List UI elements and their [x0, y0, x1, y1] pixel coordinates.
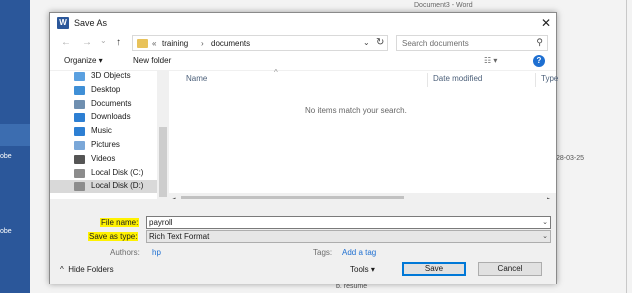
nav-scrollbar[interactable]: [157, 71, 169, 207]
nav-item-label: 3D Objects: [91, 71, 131, 80]
nav-item-label: Local Disk (D:): [91, 181, 144, 190]
breadcrumb-documents[interactable]: documents: [211, 39, 250, 48]
drive-icon: [74, 182, 85, 191]
column-divider[interactable]: [427, 73, 428, 87]
authors-value[interactable]: hp: [152, 248, 161, 257]
search-input[interactable]: Search documents ⚲: [396, 35, 548, 51]
new-folder-button[interactable]: New folder: [133, 56, 171, 65]
save-button[interactable]: Save: [402, 262, 466, 276]
backstage-text: obe: [0, 228, 12, 235]
search-icon[interactable]: ⚲: [536, 37, 543, 48]
chevron-up-icon: ^: [60, 265, 64, 274]
authors-label: Authors:: [110, 248, 140, 257]
nav-item-desktop[interactable]: Desktop: [74, 84, 169, 97]
nav-item-videos[interactable]: Videos: [74, 153, 169, 166]
backstage-text: obe: [0, 153, 12, 160]
empty-message: No items match your search.: [305, 106, 407, 115]
column-divider[interactable]: [535, 73, 536, 87]
scrollbar-thumb[interactable]: [159, 127, 167, 197]
word-window-title: Document3 - Word: [414, 2, 473, 9]
cube-icon: [74, 72, 85, 81]
search-placeholder: Search documents: [402, 39, 469, 48]
command-toolbar: Organize ▾ New folder ☷ ▾ ?: [50, 53, 556, 71]
forward-icon[interactable]: →: [82, 37, 92, 48]
tags-label: Tags:: [313, 248, 333, 257]
close-icon[interactable]: ✕: [538, 15, 554, 31]
backstage-file-entry[interactable]: b. resume: [336, 283, 367, 290]
pictures-icon: [74, 141, 85, 150]
cancel-button[interactable]: Cancel: [478, 262, 542, 276]
breadcrumb-separator-icon: ›: [201, 39, 204, 48]
file-name-value: payroll: [149, 218, 173, 227]
documents-icon: [74, 100, 85, 109]
recent-locations-icon[interactable]: ⌄: [100, 36, 107, 45]
nav-item-3d-objects[interactable]: 3D Objects: [74, 70, 169, 83]
column-header-name[interactable]: Name: [186, 74, 207, 83]
save-as-type-label: Save as type:: [88, 232, 139, 241]
change-view-icon[interactable]: ☷ ▾: [484, 56, 497, 65]
nav-item-label: Music: [91, 126, 112, 135]
breadcrumb-training[interactable]: training: [162, 39, 188, 48]
path-overflow-icon[interactable]: «: [152, 39, 156, 48]
backstage-date: 28-03-25: [556, 155, 585, 162]
file-name-label: File name:: [100, 218, 140, 227]
nav-item-documents[interactable]: Documents: [74, 98, 169, 111]
music-icon: [74, 127, 85, 136]
nav-item-label: Local Disk (C:): [91, 168, 144, 177]
nav-item-label: Downloads: [91, 112, 131, 121]
navigation-bar: ← → ⌄ ↑ « training › documents ⌄ ↻ Searc…: [50, 33, 556, 53]
nav-item-local-disk-c[interactable]: Local Disk (C:): [74, 167, 169, 180]
save-as-type-value: Rich Text Format: [149, 232, 210, 241]
nav-item-local-disk-d[interactable]: Local Disk (D:): [50, 180, 157, 193]
save-options-panel: File name: payroll ⌄ Save as type: Rich …: [50, 199, 556, 284]
refresh-icon[interactable]: ↻: [376, 37, 384, 48]
tools-button[interactable]: Tools ▾: [350, 265, 375, 274]
chevron-down-icon[interactable]: ⌄: [542, 231, 548, 242]
nav-item-label: Desktop: [91, 85, 121, 94]
nav-item-downloads[interactable]: Downloads: [74, 111, 169, 124]
help-icon[interactable]: ?: [533, 55, 545, 67]
file-list: ^ Name Date modified Type No items match…: [169, 68, 558, 207]
hide-folders-button[interactable]: ^ Hide Folders: [60, 265, 114, 274]
add-tag-link[interactable]: Add a tag: [342, 248, 376, 257]
videos-icon: [74, 155, 85, 164]
drive-icon: [74, 169, 85, 178]
save-as-dialog: W Save As ✕ ← → ⌄ ↑ « training › documen…: [49, 12, 558, 284]
backstage-selected-item[interactable]: [0, 124, 30, 146]
word-app-icon: W: [57, 17, 69, 29]
word-backstage-sidebar: obe obe: [0, 0, 30, 293]
sort-indicator-icon: ^: [274, 68, 278, 77]
hide-folders-label: Hide Folders: [68, 265, 114, 274]
chevron-down-icon[interactable]: ⌄: [542, 217, 548, 228]
nav-item-label: Documents: [91, 99, 132, 108]
navigation-pane: 3D Objects Desktop Documents Downloads M…: [50, 71, 169, 207]
address-bar[interactable]: « training › documents ⌄ ↻: [132, 35, 388, 51]
column-header-date-modified[interactable]: Date modified: [433, 74, 482, 83]
up-folder-icon[interactable]: ↑: [116, 37, 121, 48]
dialog-titlebar: W Save As ✕: [50, 13, 556, 33]
window-border: [626, 0, 627, 293]
nav-item-pictures[interactable]: Pictures: [74, 139, 169, 152]
organize-button[interactable]: Organize ▾: [64, 56, 103, 65]
desktop-icon: [74, 86, 85, 95]
back-icon[interactable]: ←: [61, 37, 71, 48]
save-as-type-select[interactable]: Rich Text Format ⌄: [146, 230, 551, 243]
chevron-down-icon[interactable]: ⌄: [363, 38, 370, 47]
folder-icon: [137, 39, 148, 48]
downloads-icon: [74, 113, 85, 122]
column-header-type[interactable]: Type: [541, 74, 558, 83]
dialog-title: Save As: [74, 18, 108, 28]
nav-item-music[interactable]: Music: [74, 125, 169, 138]
file-name-field[interactable]: payroll ⌄: [146, 216, 551, 229]
nav-item-label: Pictures: [91, 140, 120, 149]
nav-item-label: Videos: [91, 154, 116, 163]
